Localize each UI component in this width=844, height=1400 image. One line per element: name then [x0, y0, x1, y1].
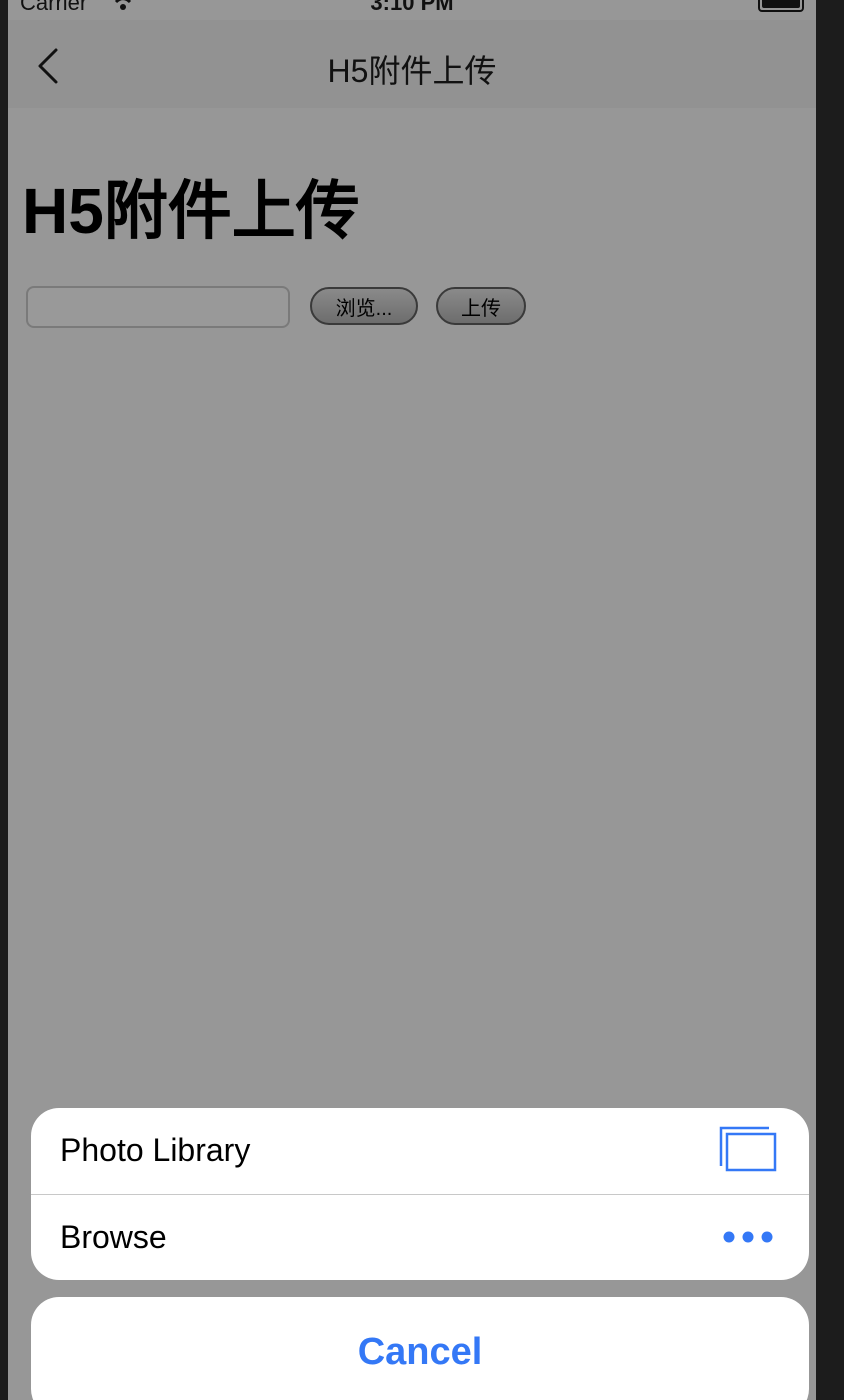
page-heading: H5附件上传: [22, 175, 360, 247]
browse-label: Browse: [60, 1219, 167, 1255]
photo-library-icon: [719, 1126, 777, 1172]
nav-title: H5附件上传: [327, 53, 497, 89]
more-dots-icon: [723, 1231, 773, 1243]
cancel-button[interactable]: Cancel: [31, 1297, 809, 1400]
browse-option[interactable]: Browse: [31, 1194, 809, 1281]
status-bar: Carrier 3:10 PM: [8, 0, 816, 20]
action-sheet: Photo Library Browse: [31, 1108, 809, 1280]
cancel-label: Cancel: [357, 1331, 483, 1373]
file-path-field[interactable]: [26, 286, 290, 328]
upload-button[interactable]: 上传: [436, 287, 526, 325]
photo-library-option[interactable]: Photo Library: [31, 1108, 809, 1194]
browse-button[interactable]: 浏览...: [310, 287, 418, 325]
battery-icon: [758, 0, 804, 12]
photo-library-label: Photo Library: [60, 1132, 251, 1168]
status-time: 3:10 PM: [370, 0, 454, 15]
screen: Carrier 3:10 PM H5附件上传 H5附件上传 浏览... 上传 P…: [8, 0, 816, 1400]
navigation-bar: H5附件上传: [8, 20, 816, 108]
